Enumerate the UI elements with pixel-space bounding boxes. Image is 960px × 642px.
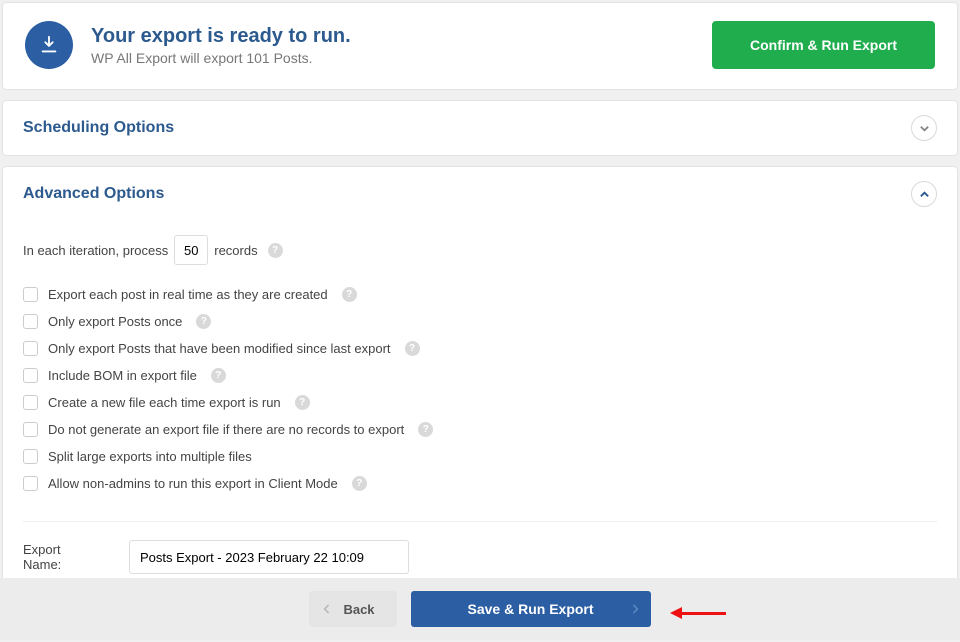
export-ready-panel: Your export is ready to run. WP All Expo… xyxy=(2,2,958,90)
option-label: Only export Posts once xyxy=(48,314,182,329)
help-icon[interactable]: ? xyxy=(268,243,283,258)
option-row: Do not generate an export file if there … xyxy=(23,416,937,443)
option-row: Split large exports into multiple files xyxy=(23,443,937,470)
option-row: Allow non-admins to run this export in C… xyxy=(23,470,937,497)
option-checkbox[interactable] xyxy=(23,368,38,383)
advanced-options-panel: Advanced Options In each iteration, proc… xyxy=(2,166,958,599)
option-row: Only export Posts once? xyxy=(23,308,937,335)
iteration-suffix: records xyxy=(214,243,257,258)
advanced-options-body: In each iteration, process records ? Exp… xyxy=(3,235,957,598)
scheduling-options-title: Scheduling Options xyxy=(23,119,174,137)
option-checkbox[interactable] xyxy=(23,422,38,437)
header-texts: Your export is ready to run. WP All Expo… xyxy=(91,25,351,66)
iteration-count-input[interactable] xyxy=(174,235,208,265)
iteration-prefix: In each iteration, process xyxy=(23,243,168,258)
chevron-right-icon xyxy=(631,603,639,615)
callout-arrow xyxy=(670,607,726,619)
help-icon[interactable]: ? xyxy=(295,395,310,410)
chevron-down-icon[interactable] xyxy=(911,115,937,141)
help-icon[interactable]: ? xyxy=(418,422,433,437)
export-name-input[interactable] xyxy=(129,540,409,574)
footer-bar: Back Save & Run Export xyxy=(0,578,960,640)
option-label: Create a new file each time export is ru… xyxy=(48,395,281,410)
header-left: Your export is ready to run. WP All Expo… xyxy=(25,21,351,69)
help-icon[interactable]: ? xyxy=(405,341,420,356)
export-ready-subtitle: WP All Export will export 101 Posts. xyxy=(91,50,351,66)
option-label: Export each post in real time as they ar… xyxy=(48,287,328,302)
option-checkbox[interactable] xyxy=(23,314,38,329)
scheduling-options-header[interactable]: Scheduling Options xyxy=(3,101,957,155)
help-icon[interactable]: ? xyxy=(342,287,357,302)
help-icon[interactable]: ? xyxy=(211,368,226,383)
option-label: Only export Posts that have been modifie… xyxy=(48,341,391,356)
option-label: Include BOM in export file xyxy=(48,368,197,383)
option-label: Split large exports into multiple files xyxy=(48,449,252,464)
iteration-row: In each iteration, process records ? xyxy=(23,235,937,265)
advanced-options-header[interactable]: Advanced Options xyxy=(3,167,957,221)
confirm-run-export-button[interactable]: Confirm & Run Export xyxy=(712,21,935,69)
option-checkbox[interactable] xyxy=(23,449,38,464)
export-ready-title: Your export is ready to run. xyxy=(91,25,351,48)
export-name-label: Export Name: xyxy=(23,542,101,572)
export-icon xyxy=(25,21,73,69)
option-row: Only export Posts that have been modifie… xyxy=(23,335,937,362)
help-icon[interactable]: ? xyxy=(196,314,211,329)
export-name-row: Export Name: xyxy=(23,540,937,574)
help-icon[interactable]: ? xyxy=(352,476,367,491)
save-button-label: Save & Run Export xyxy=(468,601,594,617)
option-checkbox[interactable] xyxy=(23,395,38,410)
divider xyxy=(23,521,937,522)
save-run-export-button[interactable]: Save & Run Export xyxy=(411,591,651,627)
option-row: Create a new file each time export is ru… xyxy=(23,389,937,416)
option-row: Export each post in real time as they ar… xyxy=(23,281,937,308)
chevron-up-icon[interactable] xyxy=(911,181,937,207)
option-label: Do not generate an export file if there … xyxy=(48,422,404,437)
option-label: Allow non-admins to run this export in C… xyxy=(48,476,338,491)
option-checkbox[interactable] xyxy=(23,476,38,491)
chevron-left-icon xyxy=(323,603,331,615)
back-button-label: Back xyxy=(343,602,374,617)
advanced-options-title: Advanced Options xyxy=(23,185,164,203)
option-row: Include BOM in export file? xyxy=(23,362,937,389)
option-checkbox[interactable] xyxy=(23,287,38,302)
option-checkbox[interactable] xyxy=(23,341,38,356)
back-button[interactable]: Back xyxy=(309,591,396,627)
scheduling-options-panel: Scheduling Options xyxy=(2,100,958,156)
